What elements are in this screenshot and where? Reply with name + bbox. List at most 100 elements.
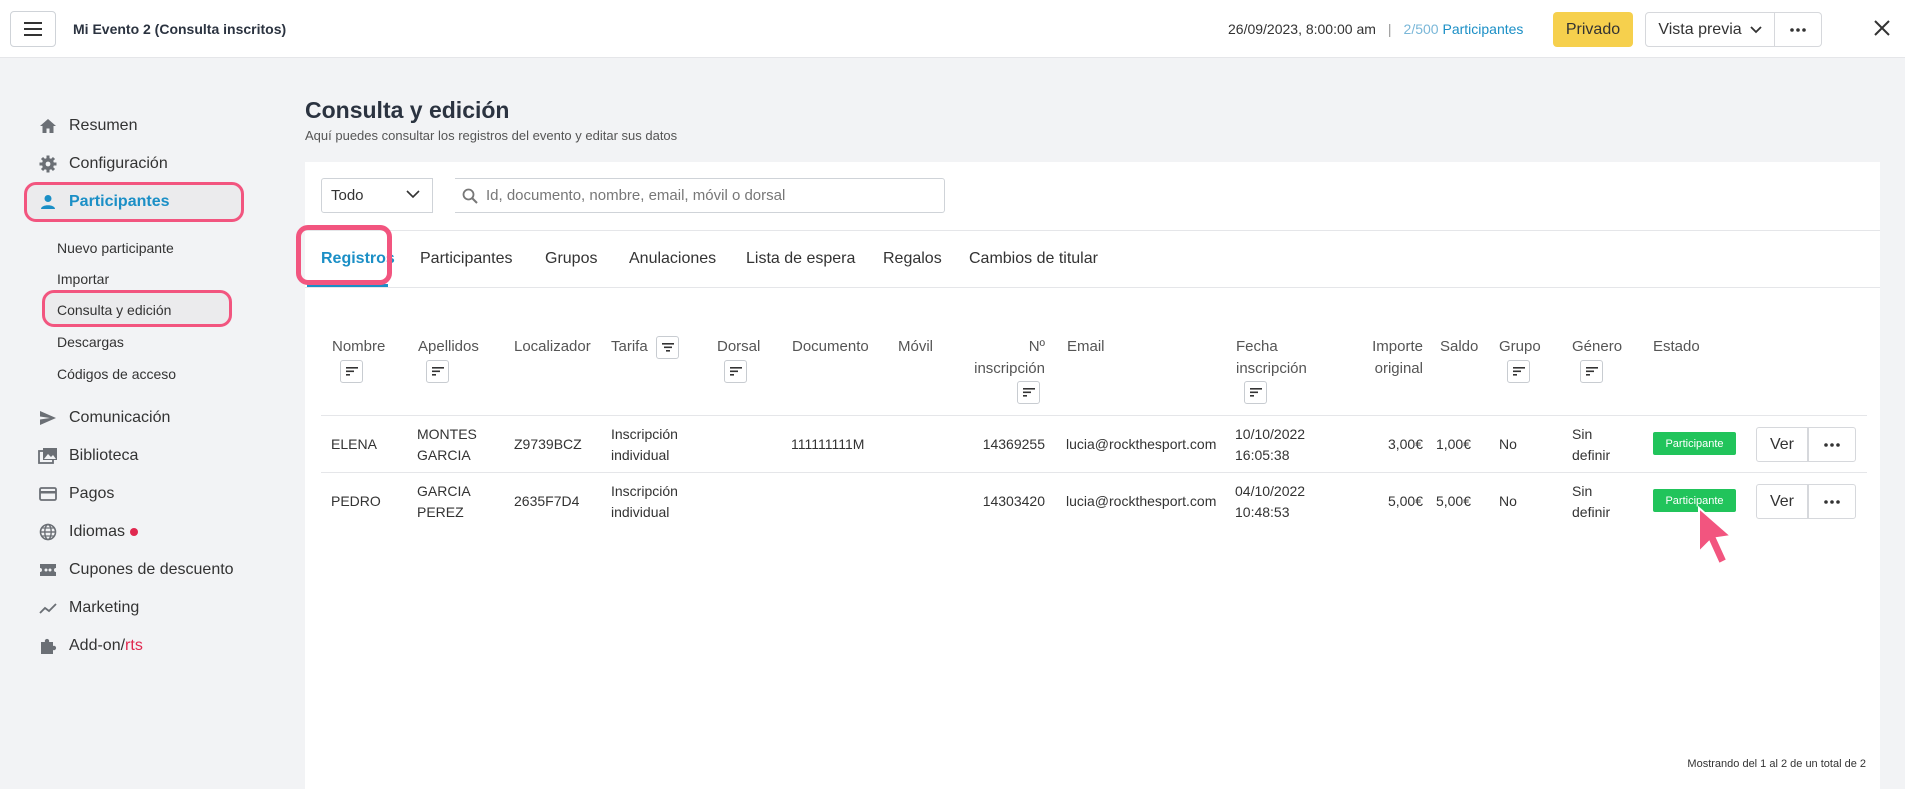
tab-regalos[interactable]: Regalos — [883, 250, 942, 268]
ticket-icon — [38, 560, 58, 580]
header-tarifa: Tarifa — [611, 338, 648, 355]
row-actions-button[interactable] — [1808, 484, 1856, 519]
preview-button[interactable]: Vista previa — [1645, 12, 1775, 47]
sidebar-item-marketing[interactable]: Marketing — [38, 595, 139, 621]
sort-icon — [1022, 388, 1035, 397]
sort-dorsal-button[interactable] — [724, 360, 747, 383]
sort-nombre-button[interactable] — [340, 360, 363, 383]
header-importe-original: Importe original — [1372, 338, 1423, 377]
header-n-inscripcion: Nº inscripción — [974, 338, 1045, 377]
header-fecha-inscripcion: Fecha inscripción — [1236, 338, 1307, 377]
hamburger-icon — [24, 22, 42, 36]
chevron-down-icon — [406, 190, 420, 199]
trend-icon — [38, 598, 58, 618]
cell-localizador: 2635F7D4 — [514, 493, 580, 509]
subitem-descargas[interactable]: Descargas — [57, 334, 124, 350]
tab-lista-espera[interactable]: Lista de espera — [746, 250, 855, 268]
tab-grupos[interactable]: Grupos — [545, 250, 597, 268]
close-icon — [1874, 20, 1890, 36]
view-button[interactable]: Ver — [1756, 427, 1808, 462]
search-field[interactable] — [455, 178, 945, 213]
sidebar-item-label: Marketing — [69, 599, 140, 616]
header-saldo: Saldo — [1440, 338, 1479, 355]
subitem-consulta-edicion[interactable]: Consulta y edición — [57, 302, 171, 318]
filter-select[interactable]: Todo — [321, 178, 433, 213]
sidebar-item-configuracion[interactable]: Configuración — [38, 151, 168, 177]
sidebar-item-label: Cupones de descuento — [69, 561, 234, 578]
view-button[interactable]: Ver — [1756, 484, 1808, 519]
home-icon — [38, 116, 58, 136]
sidebar-item-resumen[interactable]: Resumen — [38, 113, 137, 139]
filter-tarifa-button[interactable] — [656, 336, 679, 359]
cell-genero: Sin definir — [1572, 483, 1611, 520]
pointer-cursor-icon — [1698, 506, 1734, 566]
subitem-codigos-acceso[interactable]: Códigos de acceso — [57, 366, 176, 382]
records-card: Todo Registros Participantes Grupos Anul… — [296, 162, 1880, 789]
sidebar-item-label: Add-on/rts — [69, 637, 143, 654]
pagination-info: Mostrando del 1 al 2 de un total de 2 — [1687, 758, 1866, 770]
participants-count[interactable]: 2/500 Participantes — [1404, 21, 1524, 37]
sort-genero-button[interactable] — [1580, 360, 1603, 383]
top-bar: Mi Evento 2 (Consulta inscritos) 26/09/2… — [0, 0, 1905, 58]
menu-button[interactable] — [10, 11, 56, 47]
header-documento: Documento — [792, 338, 869, 355]
search-input[interactable] — [486, 187, 926, 204]
sidebar-item-addons[interactable]: Add-on/rts — [38, 633, 143, 659]
ellipsis-icon — [1790, 27, 1806, 32]
close-button[interactable] — [1870, 16, 1894, 40]
sort-icon — [431, 367, 444, 376]
registros-tab-highlight — [296, 225, 392, 285]
sidebar-item-label: Configuración — [69, 155, 168, 172]
sidebar-item-label: Pagos — [69, 485, 115, 502]
header-email: Email — [1067, 338, 1105, 355]
cell-saldo: 1,00€ — [1435, 436, 1471, 452]
header-movil: Móvil — [898, 338, 934, 355]
sidebar-item-pagos[interactable]: Pagos — [38, 481, 114, 507]
sidebar-item-comunicacion[interactable]: Comunicación — [38, 405, 170, 431]
subitem-nuevo-participante[interactable]: Nuevo participante — [57, 240, 174, 256]
cell-grupo: No — [1499, 436, 1517, 452]
globe-icon — [38, 522, 58, 542]
event-datetime: 26/09/2023, 8:00:00 am — [1228, 21, 1376, 37]
person-icon — [38, 192, 58, 212]
sidebar-item-label: Resumen — [69, 117, 138, 134]
tab-cambios-titular[interactable]: Cambios de titular — [969, 250, 1098, 268]
separator: | — [1387, 21, 1392, 37]
sidebar-item-label: Comunicación — [69, 409, 171, 426]
cell-nombre: PEDRO — [331, 493, 381, 509]
sort-grupo-button[interactable] — [1507, 360, 1530, 383]
header-dorsal: Dorsal — [717, 338, 761, 355]
row-divider — [321, 472, 1867, 473]
sidebar-item-cupones[interactable]: Cupones de descuento — [38, 557, 234, 583]
tabs-divider-top — [305, 230, 1880, 231]
subitem-importar[interactable]: Importar — [57, 271, 109, 287]
images-icon — [38, 446, 58, 466]
cell-fecha: 04/10/2022 10:48:53 — [1235, 483, 1306, 520]
row-actions-button[interactable] — [1808, 427, 1856, 462]
header-apellidos: Apellidos — [418, 338, 479, 355]
cell-importe: 5,00€ — [1387, 493, 1423, 509]
private-button[interactable]: Privado — [1553, 12, 1633, 47]
more-options-button[interactable] — [1775, 12, 1822, 47]
send-icon — [38, 408, 58, 428]
chevron-down-icon — [1750, 25, 1762, 33]
sort-apellidos-button[interactable] — [426, 360, 449, 383]
page-subtitle: Aquí puedes consultar los registros del … — [305, 128, 678, 143]
sort-fecha-button[interactable] — [1244, 381, 1267, 404]
tab-participantes[interactable]: Participantes — [420, 250, 513, 268]
sort-icon — [729, 367, 742, 376]
sidebar-item-biblioteca[interactable]: Biblioteca — [38, 443, 138, 469]
sidebar-item-label: Participantes — [69, 193, 170, 210]
filter-select-value: Todo — [331, 187, 364, 204]
sidebar-item-participantes[interactable]: Participantes — [38, 189, 169, 215]
sort-n-inscripcion-button[interactable] — [1017, 381, 1040, 404]
sidebar-item-idiomas[interactable]: Idiomas — [38, 519, 139, 545]
header-estado: Estado — [1653, 338, 1700, 355]
ellipsis-icon — [1824, 499, 1840, 504]
page-title: Consulta y edición — [305, 97, 510, 123]
tab-anulaciones[interactable]: Anulaciones — [629, 250, 716, 268]
cell-grupo: No — [1499, 493, 1517, 509]
row-divider — [321, 415, 1867, 416]
sort-icon — [1585, 367, 1598, 376]
notification-dot — [130, 528, 139, 536]
